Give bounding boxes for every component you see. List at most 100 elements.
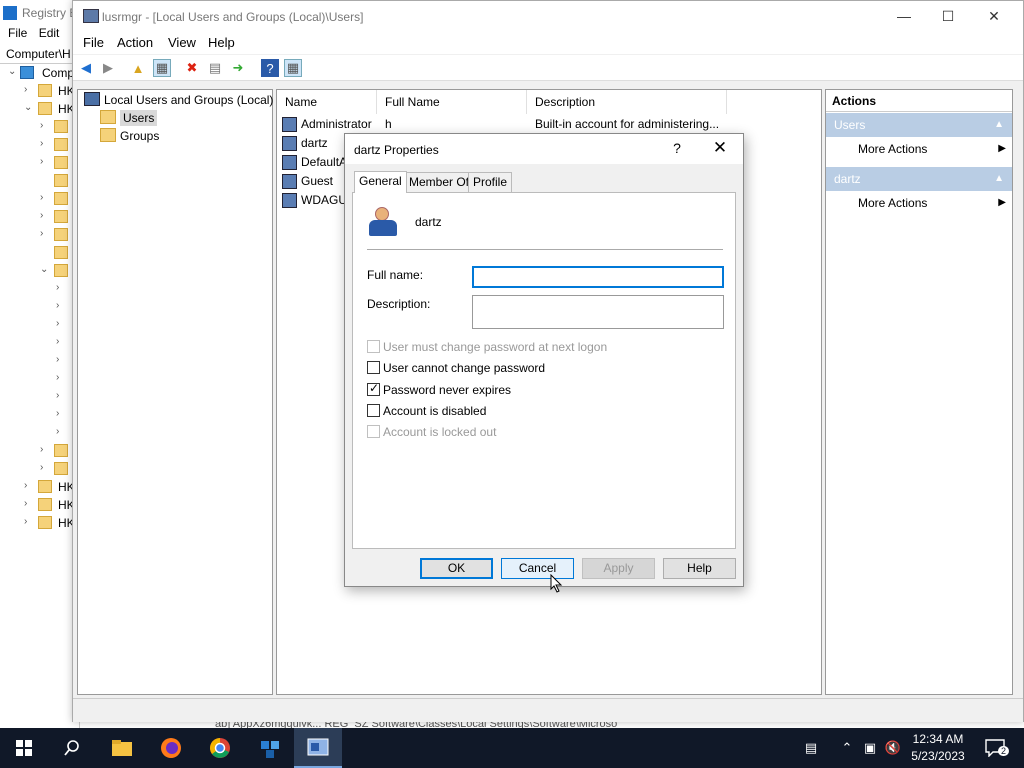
regedit-tree-item[interactable]: › <box>0 316 80 334</box>
regedit-tree-item[interactable]: ⌄ <box>0 262 80 280</box>
regedit-tree-item[interactable]: › <box>0 388 80 406</box>
regedit-menu-edit[interactable]: Edit <box>39 26 60 40</box>
lusrmgr-taskbar-icon[interactable] <box>294 728 342 768</box>
close-icon[interactable]: ✕ <box>709 138 731 158</box>
regedit-tree-item[interactable]: › <box>0 352 80 370</box>
regedit-tree-item[interactable]: › HK <box>0 82 80 100</box>
regedit-tree-item[interactable]: › <box>0 370 80 388</box>
regedit-tree-item[interactable]: › <box>0 136 80 154</box>
chevron-down-icon[interactable]: ⌄ <box>8 66 16 77</box>
help-icon[interactable]: ? <box>667 140 687 156</box>
tab-member-of[interactable]: Member Of <box>404 172 475 192</box>
chrome-icon[interactable] <box>196 728 244 768</box>
forward-arrow-icon[interactable]: ▶ <box>99 59 117 77</box>
regedit-tree-item[interactable]: ⌄ HK <box>0 100 80 118</box>
column-header-full-name[interactable]: Full Name <box>377 90 527 114</box>
window-title-bar[interactable]: lusrmgr - [Local Users and Groups (Local… <box>73 1 1023 32</box>
regedit-tree-item[interactable] <box>0 244 80 262</box>
minimize-icon[interactable]: — <box>881 1 927 32</box>
volume-muted-icon[interactable]: 🔇 <box>882 728 904 768</box>
regedit-tree-item[interactable]: ⌄ Comp <box>0 64 80 82</box>
chevron-right-icon[interactable]: › <box>40 228 43 239</box>
chevron-right-icon[interactable]: › <box>56 300 59 311</box>
properties-icon[interactable]: ▤ <box>206 59 224 77</box>
file-explorer-icon[interactable] <box>98 728 146 768</box>
regedit-tree-item[interactable]: › <box>0 190 80 208</box>
chevron-right-icon[interactable]: › <box>56 408 59 419</box>
registry-editor-icon[interactable] <box>246 728 294 768</box>
actions-section-dartz[interactable]: dartz ▲ <box>826 167 1012 191</box>
search-icon[interactable] <box>48 728 96 768</box>
export-list-icon[interactable]: ➜ <box>229 59 247 77</box>
apply-button[interactable]: Apply <box>582 558 655 579</box>
regedit-tree-item[interactable]: › HK <box>0 496 80 514</box>
chevron-up-icon[interactable]: ⌃ <box>838 728 856 768</box>
show-hide-tree-icon[interactable]: ▦ <box>153 59 171 77</box>
description-field[interactable] <box>472 295 724 329</box>
menu-help[interactable]: Help <box>208 35 235 50</box>
regedit-tree-item[interactable]: › <box>0 298 80 316</box>
regedit-tree-item[interactable] <box>0 172 80 190</box>
delete-icon[interactable]: ✖ <box>183 59 201 77</box>
regedit-tree-item[interactable]: › HK <box>0 514 80 532</box>
chevron-right-icon[interactable]: › <box>40 462 43 473</box>
table-row[interactable]: Administrator h Built-in account for admin… <box>277 115 823 134</box>
show-hide-action-pane-icon[interactable]: ▦ <box>284 59 302 77</box>
more-actions-dartz[interactable]: More Actions ▶ <box>826 192 1012 214</box>
regedit-address-bar[interactable]: Computer\H <box>0 44 80 64</box>
back-arrow-icon[interactable]: ◀ <box>77 59 95 77</box>
menu-action[interactable]: Action <box>117 35 153 50</box>
chevron-right-icon[interactable]: › <box>40 138 43 149</box>
regedit-tree-item[interactable]: › <box>0 280 80 298</box>
chevron-right-icon[interactable]: › <box>56 282 59 293</box>
notification-center-icon[interactable]: 2 <box>980 728 1010 768</box>
regedit-menu-file[interactable]: File <box>8 26 27 40</box>
ok-button[interactable]: OK <box>420 558 493 579</box>
close-icon[interactable]: ✕ <box>971 1 1017 32</box>
maximize-icon[interactable]: ☐ <box>925 1 971 32</box>
regedit-tree-item[interactable]: › <box>0 334 80 352</box>
up-folder-icon[interactable]: ▲ <box>129 59 147 77</box>
news-icon[interactable]: ▤ <box>796 728 826 768</box>
firefox-icon[interactable] <box>147 728 195 768</box>
chevron-right-icon[interactable]: › <box>56 336 59 347</box>
chevron-right-icon[interactable]: › <box>40 444 43 455</box>
chevron-right-icon[interactable]: › <box>56 372 59 383</box>
regedit-tree-item[interactable]: › <box>0 442 80 460</box>
chevron-down-icon[interactable]: ⌄ <box>40 264 48 275</box>
regedit-title-bar[interactable]: Registry E <box>0 0 80 26</box>
column-header-description[interactable]: Description <box>527 90 727 114</box>
tree-item-groups[interactable]: Groups <box>100 128 159 146</box>
chevron-right-icon[interactable]: › <box>56 426 59 437</box>
collapse-icon[interactable]: ▲ <box>994 113 1004 137</box>
windows-start-icon[interactable] <box>0 728 48 768</box>
regedit-tree-item[interactable]: › HK <box>0 478 80 496</box>
chevron-right-icon[interactable]: › <box>56 390 59 401</box>
chevron-right-icon[interactable]: › <box>24 498 27 509</box>
chevron-right-icon[interactable]: › <box>56 354 59 365</box>
chevron-right-icon[interactable]: › <box>24 516 27 527</box>
chevron-right-icon[interactable]: › <box>56 318 59 329</box>
tree-item-users[interactable]: Users <box>100 110 158 128</box>
regedit-tree-item[interactable]: › <box>0 154 80 172</box>
regedit-tree-item[interactable]: › <box>0 226 80 244</box>
menu-file[interactable]: File <box>83 35 104 50</box>
chevron-right-icon[interactable]: › <box>24 480 27 491</box>
chevron-right-icon[interactable]: › <box>40 210 43 221</box>
regedit-tree-item[interactable]: › <box>0 208 80 226</box>
chevron-right-icon[interactable]: › <box>40 192 43 203</box>
system-clock[interactable]: 12:34 AM 5/23/2023 <box>906 731 970 765</box>
full-name-field[interactable] <box>472 266 724 288</box>
chevron-down-icon[interactable]: ⌄ <box>24 102 32 113</box>
tree-root[interactable]: Local Users and Groups (Local) <box>84 92 273 110</box>
network-icon[interactable]: ▣ <box>860 728 880 768</box>
help-icon[interactable]: ? <box>261 59 279 77</box>
regedit-tree-item[interactable]: › <box>0 406 80 424</box>
collapse-icon[interactable]: ▲ <box>994 167 1004 191</box>
chevron-right-icon[interactable]: › <box>40 120 43 131</box>
regedit-tree-item[interactable]: › <box>0 424 80 442</box>
column-header-name[interactable]: Name <box>277 90 377 114</box>
chevron-right-icon[interactable]: › <box>40 156 43 167</box>
regedit-tree-item[interactable]: › <box>0 118 80 136</box>
help-button[interactable]: Help <box>663 558 736 579</box>
